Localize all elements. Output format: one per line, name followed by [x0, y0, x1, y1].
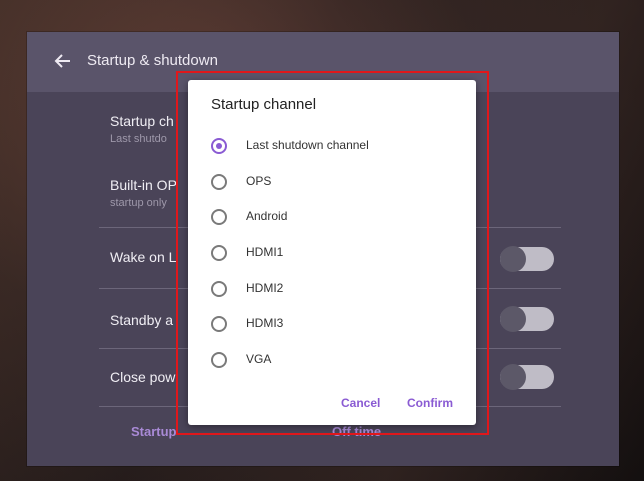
arrow-left-icon[interactable] — [52, 50, 74, 72]
setting-title: Close pow — [110, 369, 176, 385]
highlight-box — [176, 71, 489, 435]
setting-title: Built-in OP — [110, 177, 177, 193]
toggle-knob — [500, 364, 526, 390]
setting-title: Standby a — [110, 312, 174, 328]
page-title: Startup & shutdown — [87, 52, 218, 69]
setting-title: Startup ch — [110, 113, 174, 129]
setting-title: Wake on L — [110, 249, 177, 265]
toggle-knob — [500, 246, 526, 272]
setting-subtitle: startup only — [110, 197, 167, 209]
close-power-toggle[interactable] — [500, 364, 554, 390]
standby-toggle[interactable] — [500, 306, 554, 332]
toggle-knob — [500, 306, 526, 332]
wake-on-lan-toggle[interactable] — [500, 246, 554, 272]
startup-time-link[interactable]: Startup — [131, 424, 177, 439]
setting-subtitle: Last shutdo — [110, 133, 167, 145]
